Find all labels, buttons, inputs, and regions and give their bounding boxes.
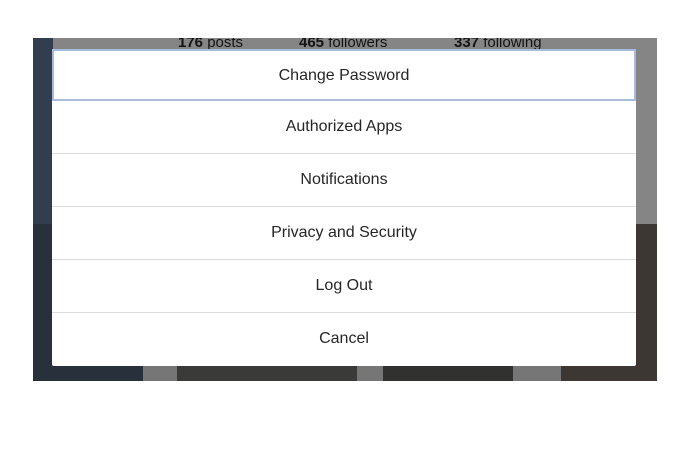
options-menu-dialog: Change Password Authorized Apps Notifica…: [52, 49, 636, 366]
authorized-apps-button[interactable]: Authorized Apps: [52, 101, 636, 154]
log-out-button[interactable]: Log Out: [52, 260, 636, 313]
notifications-button[interactable]: Notifications: [52, 154, 636, 207]
privacy-and-security-button[interactable]: Privacy and Security: [52, 207, 636, 260]
cancel-button[interactable]: Cancel: [52, 313, 636, 365]
change-password-button[interactable]: Change Password: [52, 49, 636, 101]
